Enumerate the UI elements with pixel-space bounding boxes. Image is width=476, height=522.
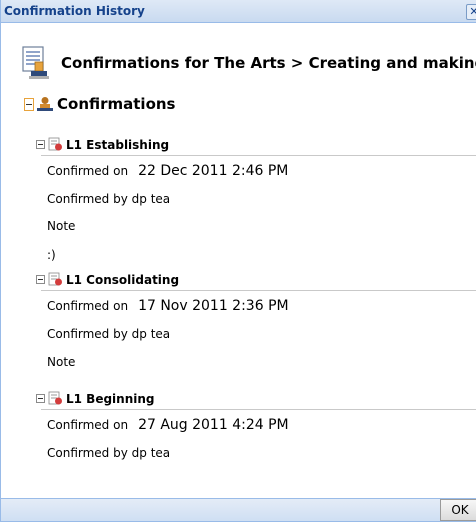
note-text: :): [47, 248, 56, 262]
document-stamp-icon: [22, 46, 49, 79]
item-name: L1 Beginning: [66, 391, 155, 406]
confirmed-by: Confirmed by dp tea: [47, 192, 171, 206]
item-name: L1 Consolidating: [66, 272, 180, 287]
confirmed-date: 17 Nov 2011 2:36 PM: [138, 298, 289, 314]
divider: [41, 409, 476, 410]
close-icon[interactable]: ✕: [466, 4, 476, 20]
window-title: Confirmation History: [4, 4, 145, 18]
confirmed-on-row: Confirmed on 27 Aug 2011 4:24 PM: [47, 417, 289, 433]
ok-button[interactable]: OK: [440, 499, 476, 521]
confirmation-history-dialog: Confirmation History ✕ Confirmations for…: [0, 0, 476, 522]
dialog-footer: OK: [1, 498, 476, 521]
certificate-icon: [48, 272, 62, 286]
divider: [41, 155, 476, 156]
confirmed-by: Confirmed by dp tea: [47, 446, 171, 460]
confirmation-item-header[interactable]: L1 Beginning: [36, 391, 155, 406]
certificate-icon: [48, 391, 62, 405]
item-name: L1 Establishing: [66, 137, 170, 152]
confirmed-on-label: Confirmed on: [47, 164, 129, 178]
confirmed-date: 22 Dec 2011 2:46 PM: [138, 163, 289, 179]
confirmed-by: Confirmed by dp tea: [47, 327, 171, 341]
title-bar[interactable]: Confirmation History ✕: [1, 0, 476, 23]
note-label: Note: [47, 355, 76, 369]
confirmation-item-header[interactable]: L1 Establishing: [36, 137, 169, 152]
confirmations-section-header[interactable]: Confirmations: [24, 95, 175, 113]
collapse-icon[interactable]: [36, 394, 45, 403]
divider: [41, 290, 476, 291]
section-title: Confirmations: [57, 95, 176, 113]
collapse-icon[interactable]: [24, 97, 34, 111]
confirmed-on-row: Confirmed on 22 Dec 2011 2:46 PM: [47, 163, 288, 179]
confirmed-on-row: Confirmed on 17 Nov 2011 2:36 PM: [47, 298, 289, 314]
confirmation-item-header[interactable]: L1 Consolidating: [36, 272, 179, 287]
collapse-icon[interactable]: [36, 140, 45, 149]
page-header: Confirmations for The Arts > Creating an…: [21, 45, 476, 81]
confirmed-on-label: Confirmed on: [47, 299, 129, 313]
collapse-icon[interactable]: [36, 275, 45, 284]
confirmed-date: 27 Aug 2011 4:24 PM: [138, 417, 289, 433]
user-stamp-icon: [37, 97, 53, 111]
note-label: Note: [47, 219, 76, 233]
confirmed-on-label: Confirmed on: [47, 418, 129, 432]
certificate-icon: [48, 137, 62, 151]
page-title: Confirmations for The Arts > Creating an…: [61, 54, 476, 72]
